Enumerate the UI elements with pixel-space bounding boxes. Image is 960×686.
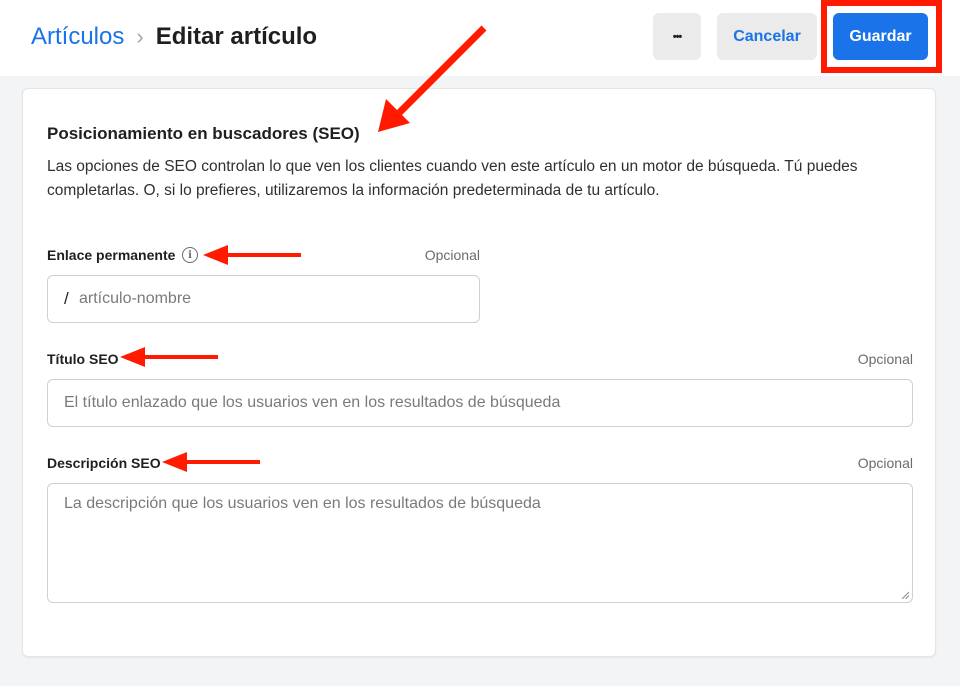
page-title: Editar artículo xyxy=(155,23,318,50)
seo-section-description: Las opciones de SEO controlan lo que ven… xyxy=(47,158,858,199)
breadcrumb: Artículos › Editar artículo xyxy=(31,22,317,52)
more-icon: ••• xyxy=(672,30,683,43)
cancel-button[interactable]: Cancelar xyxy=(717,13,817,60)
seo-title-label: Título SEO xyxy=(47,351,119,367)
permalink-optional: Opcional xyxy=(424,247,480,263)
save-button[interactable]: Guardar xyxy=(833,13,928,60)
more-actions-button[interactable]: ••• xyxy=(653,13,701,60)
seo-description-textarea[interactable]: La descripción que los usuarios ven en l… xyxy=(47,483,913,603)
permalink-prefix: / xyxy=(64,289,69,308)
resize-handle-icon[interactable] xyxy=(901,591,909,599)
seo-title-optional: Opcional xyxy=(857,351,913,367)
seo-title-input[interactable]: El título enlazado que los usuarios ven … xyxy=(47,379,913,427)
seo-section-title: Posicionamiento en buscadores (SEO) xyxy=(47,124,360,143)
permalink-input[interactable]: / artículo-nombre xyxy=(47,275,480,323)
seo-card: Posicionamiento en buscadores (SEO) Las … xyxy=(22,88,936,657)
breadcrumb-articles-link[interactable]: Artículos xyxy=(31,23,124,51)
chevron-right-icon: › xyxy=(136,24,144,49)
seo-description-label: Descripción SEO xyxy=(47,455,161,471)
top-bar: Artículos › Editar artículo ••• Cancelar… xyxy=(0,0,960,76)
permalink-label: Enlace permanente xyxy=(47,247,176,263)
seo-description-optional: Opcional xyxy=(857,455,913,471)
info-icon[interactable]: i xyxy=(182,247,198,263)
seo-title-placeholder: El título enlazado que los usuarios ven … xyxy=(64,394,561,411)
permalink-placeholder: artículo-nombre xyxy=(79,290,192,307)
seo-description-placeholder: La descripción que los usuarios ven en l… xyxy=(64,495,541,512)
